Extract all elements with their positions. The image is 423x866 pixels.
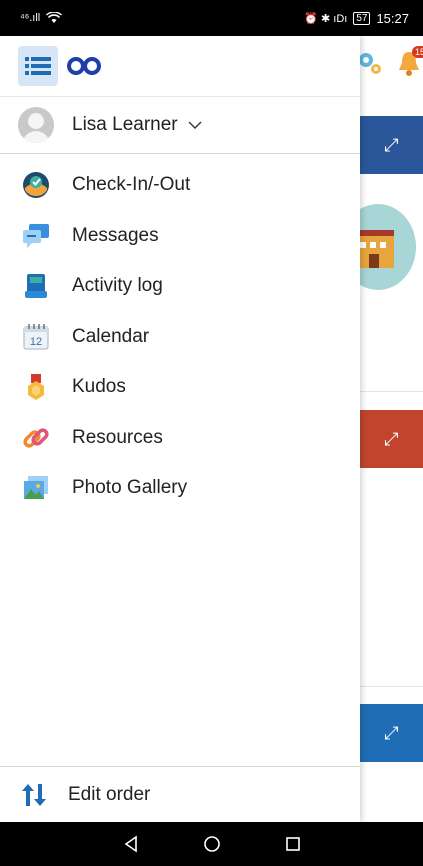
- recents-square-icon: [285, 837, 300, 851]
- drawer-menu: Check-In/-Out Messages Activity log 12 C…: [0, 154, 360, 514]
- user-name: Lisa Learner: [72, 114, 178, 135]
- signal-icon: ⁴⁶.ıll: [20, 12, 41, 24]
- checkin-icon: [20, 169, 52, 201]
- status-icons: ⏰ ✱ ıDı: [304, 12, 348, 25]
- notification-bell[interactable]: 15: [394, 46, 423, 78]
- chevron-down-icon: [188, 121, 202, 129]
- system-nav-bar: [0, 822, 423, 866]
- battery-icon: 57: [353, 11, 371, 25]
- list-icon: [25, 57, 51, 75]
- edit-order-label: Edit order: [68, 783, 151, 805]
- messages-icon: [20, 220, 52, 252]
- menu-item-checkin[interactable]: Check-In/-Out: [0, 160, 360, 211]
- expand-button[interactable]: ⤢: [360, 704, 423, 762]
- status-right: ⏰ ✱ ıDı 57 15:27: [304, 11, 409, 26]
- status-bar: ⁴⁶.ıll ⏰ ✱ ıDı 57 15:27: [0, 0, 423, 36]
- calendar-day: 12: [30, 336, 42, 348]
- card-divider: [360, 391, 423, 392]
- infinity-logo-icon: [67, 57, 101, 75]
- status-left: ⁴⁶.ıll: [20, 12, 63, 24]
- menu-item-resources[interactable]: Resources: [0, 413, 360, 464]
- edit-order-button[interactable]: Edit order: [0, 766, 360, 822]
- photo-gallery-icon: [20, 472, 52, 504]
- menu-item-label: Activity log: [72, 275, 163, 297]
- home-button[interactable]: [192, 824, 232, 864]
- avatar-head: [28, 113, 44, 129]
- back-button[interactable]: [111, 824, 151, 864]
- menu-item-activity-log[interactable]: Activity log: [0, 261, 360, 312]
- navigation-drawer: Lisa Learner Check-In/-Out Messages Acti…: [0, 36, 360, 822]
- menu-toggle[interactable]: [18, 46, 58, 86]
- home-circle-icon: [203, 836, 220, 852]
- notification-badge: 15: [411, 46, 423, 58]
- wifi-icon: [46, 12, 63, 23]
- menu-item-kudos[interactable]: Kudos: [0, 362, 360, 413]
- drawer-header: [0, 36, 360, 96]
- menu-item-label: Calendar: [72, 325, 150, 347]
- expand-button[interactable]: ⤢: [360, 410, 423, 468]
- back-triangle-icon: [124, 835, 137, 853]
- resources-icon: [20, 422, 52, 454]
- clock: 15:27: [376, 10, 409, 26]
- menu-item-label: Check-In/-Out: [72, 174, 191, 196]
- user-selector[interactable]: Lisa Learner: [0, 96, 360, 154]
- recents-button[interactable]: [273, 824, 313, 864]
- avatar-body: [22, 131, 50, 143]
- activity-log-icon: [20, 270, 52, 302]
- menu-item-calendar[interactable]: 12 Calendar: [0, 312, 360, 363]
- app-logo[interactable]: [64, 46, 104, 86]
- menu-item-label: Photo Gallery: [72, 477, 188, 499]
- sort-arrows-icon: [22, 783, 46, 806]
- menu-item-label: Kudos: [72, 376, 126, 398]
- card-divider: [360, 686, 423, 687]
- menu-item-label: Messages: [72, 224, 159, 246]
- menu-item-label: Resources: [72, 426, 163, 448]
- avatar: [18, 107, 54, 143]
- menu-item-messages[interactable]: Messages: [0, 211, 360, 262]
- expand-button[interactable]: ⤢: [360, 116, 423, 174]
- menu-item-photo-gallery[interactable]: Photo Gallery: [0, 463, 360, 514]
- calendar-icon: 12: [20, 321, 52, 353]
- kudos-icon: [20, 371, 52, 403]
